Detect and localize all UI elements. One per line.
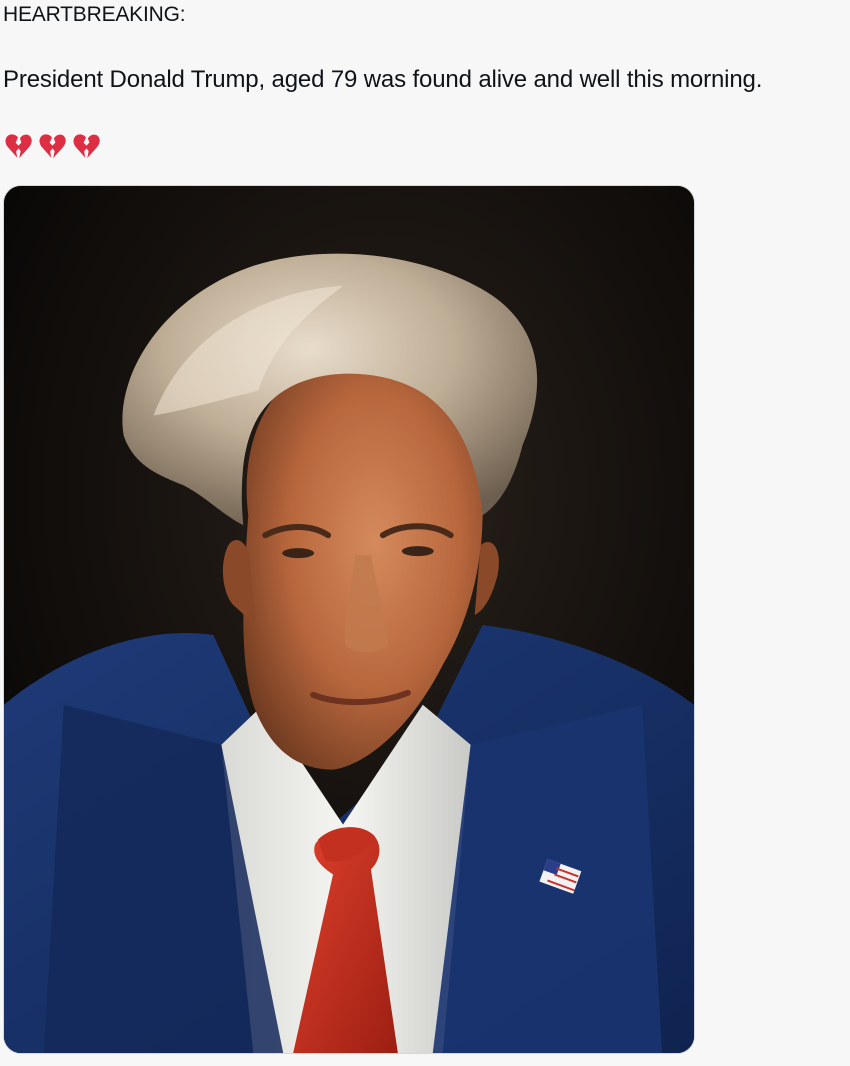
- tweet-headline: HEARTBREAKING:: [3, 3, 186, 26]
- emoji-row: [3, 131, 102, 165]
- tweet-body: President Donald Trump, aged 79 was foun…: [3, 66, 763, 93]
- broken-heart-icon: [39, 134, 66, 159]
- broken-heart-icon: [73, 134, 100, 159]
- tweet: HEARTBREAKING: President Donald Trump, a…: [0, 0, 850, 1066]
- broken-heart-icon: [5, 134, 32, 159]
- tweet-image[interactable]: [3, 185, 695, 1054]
- portrait-photo: [4, 186, 694, 1053]
